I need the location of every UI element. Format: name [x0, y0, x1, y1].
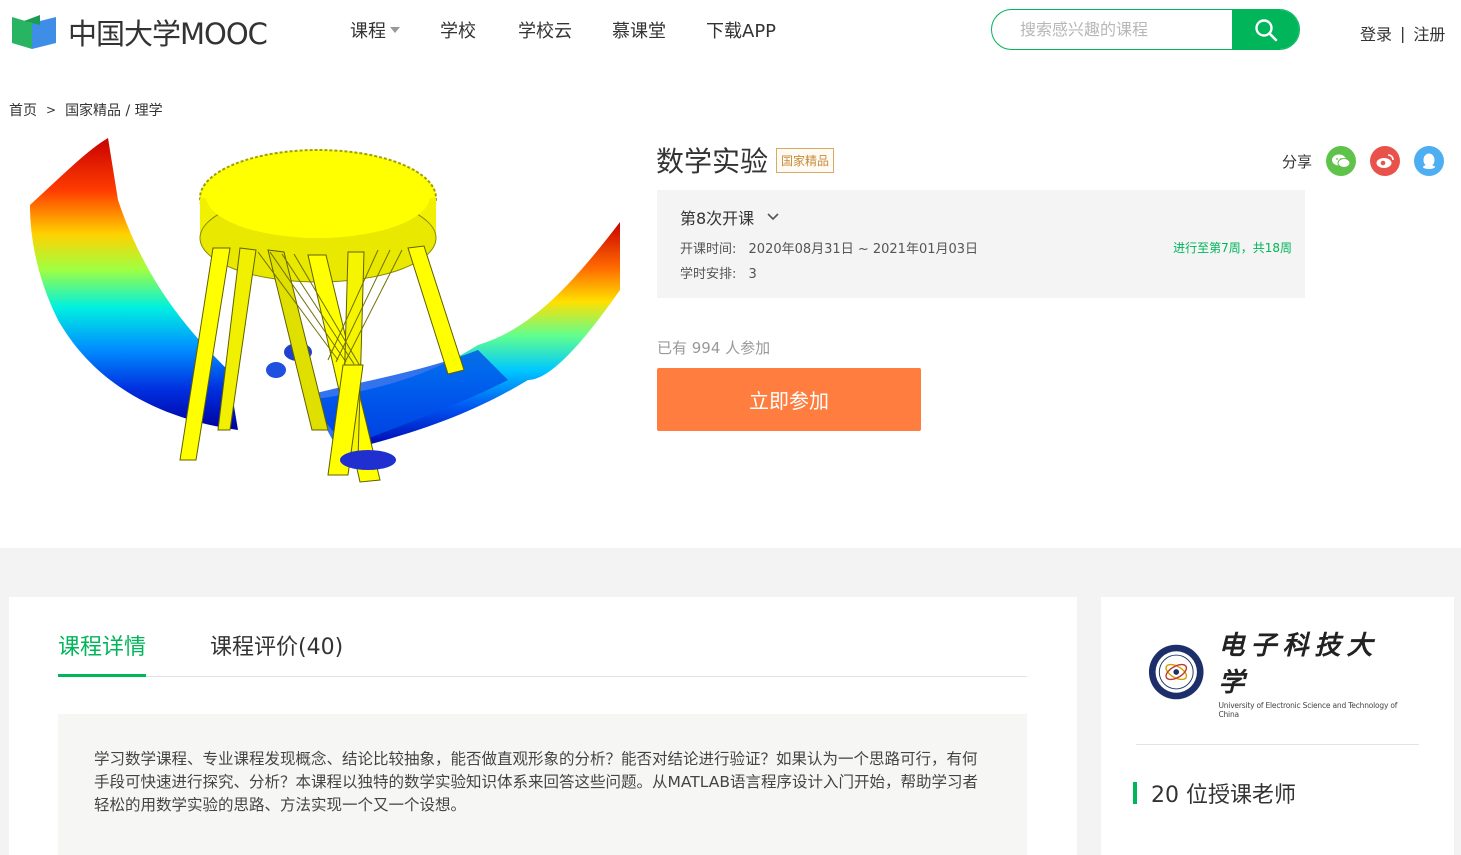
- breadcrumb-path[interactable]: 国家精品 / 理学: [65, 100, 163, 120]
- term-time: 开课时间: 2020年08月31日 ~ 2021年01月03日: [680, 238, 978, 257]
- course-detail-card: 课程详情 课程评价(40) 学习数学课程、专业课程发现概念、结论比较抽象，能否做…: [9, 597, 1077, 855]
- main-nav: 课程 学校 学校云 慕课堂 下载APP: [350, 17, 816, 43]
- register-link[interactable]: 注册: [1413, 21, 1445, 45]
- course-cover-image: [8, 130, 628, 490]
- university-name-cn: 电子科技大学: [1218, 631, 1379, 698]
- search-input[interactable]: [992, 10, 1232, 49]
- breadcrumb: 首页 > 国家精品 / 理学: [9, 100, 163, 120]
- national-quality-badge: 国家精品: [776, 147, 835, 173]
- university-card: 电子科技大学 University of Electronic Science …: [1101, 597, 1454, 855]
- course-title-row: 数学实验 国家精品: [656, 140, 835, 180]
- tab-course-detail[interactable]: 课程详情: [58, 629, 147, 677]
- university-logo[interactable]: 电子科技大学 University of Electronic Science …: [1148, 631, 1408, 719]
- teachers-heading: 20 位授课老师: [1133, 777, 1296, 809]
- nav-mooc-classroom-label: 慕课堂: [612, 21, 666, 42]
- nav-schools[interactable]: 学校: [440, 17, 476, 43]
- share-label: 分享: [1282, 152, 1313, 171]
- breadcrumb-arrow: >: [46, 103, 57, 117]
- enroll-count: 已有 994 人参加: [657, 339, 771, 357]
- term-hours-value: 3: [748, 267, 757, 282]
- university-name: 电子科技大学 University of Electronic Science …: [1218, 625, 1408, 719]
- nav-school-cloud[interactable]: 学校云: [518, 17, 572, 43]
- university-name-en: University of Electronic Science and Tec…: [1218, 701, 1398, 719]
- search-box: [991, 9, 1300, 50]
- tab-course-reviews[interactable]: 课程评价(40): [210, 629, 343, 677]
- nav-schools-label: 学校: [440, 21, 476, 42]
- nav-mooc-classroom[interactable]: 慕课堂: [612, 17, 666, 43]
- divider: [1136, 744, 1419, 745]
- term-progress: 进行至第7周，共18周: [1173, 241, 1292, 255]
- term-time-value: 2020年08月31日 ~ 2021年01月03日: [748, 242, 979, 257]
- share-bar: 分享: [1282, 146, 1445, 176]
- nav-courses-label: 课程: [350, 21, 386, 42]
- term-time-label: 开课时间:: [680, 242, 737, 257]
- logo-text: 中国大学MOOC: [68, 17, 268, 51]
- search-icon: [1255, 18, 1278, 41]
- nav-school-cloud-label: 学校云: [518, 21, 572, 42]
- auth-separator: |: [1400, 23, 1406, 43]
- search-button[interactable]: [1232, 10, 1299, 49]
- term-hours-label: 学时安排:: [680, 267, 737, 282]
- detail-tabs: 课程详情 课程评价(40): [58, 629, 1027, 677]
- auth-links: 登录 | 注册: [1360, 21, 1445, 45]
- site-logo[interactable]: 中国大学MOOC: [10, 12, 268, 52]
- join-button[interactable]: 立即参加: [657, 368, 921, 431]
- top-header: 中国大学MOOC 课程 学校 学校云 慕课堂 下载APP 登录 | 注册: [0, 0, 1461, 64]
- accent-bar: [1133, 782, 1137, 804]
- breadcrumb-home[interactable]: 首页: [9, 100, 37, 120]
- chevron-down-icon: [390, 27, 400, 33]
- term-hours: 学时安排: 3: [680, 263, 757, 282]
- term-selector[interactable]: 第8次开课: [680, 205, 780, 229]
- login-link[interactable]: 登录: [1360, 21, 1392, 45]
- wechat-icon[interactable]: [1326, 146, 1357, 176]
- mooc-logo-icon: [12, 15, 56, 49]
- nav-courses[interactable]: 课程: [350, 17, 400, 43]
- teachers-count: 20 位授课老师: [1151, 783, 1296, 808]
- qq-icon[interactable]: [1414, 146, 1445, 176]
- nav-download-app[interactable]: 下载APP: [706, 17, 776, 43]
- weibo-icon[interactable]: [1370, 146, 1401, 176]
- term-label: 第8次开课: [680, 209, 755, 228]
- nav-download-app-label: 下载APP: [706, 21, 777, 42]
- university-seal-icon: [1148, 644, 1204, 700]
- course-title: 数学实验: [656, 145, 769, 178]
- chevron-down-icon: [767, 213, 779, 221]
- term-info-box: 第8次开课 开课时间: 2020年08月31日 ~ 2021年01月03日 学时…: [657, 190, 1305, 298]
- course-description: 学习数学课程、专业课程发现概念、结论比较抽象，能否做直观形象的分析？能否对结论进…: [58, 714, 1027, 855]
